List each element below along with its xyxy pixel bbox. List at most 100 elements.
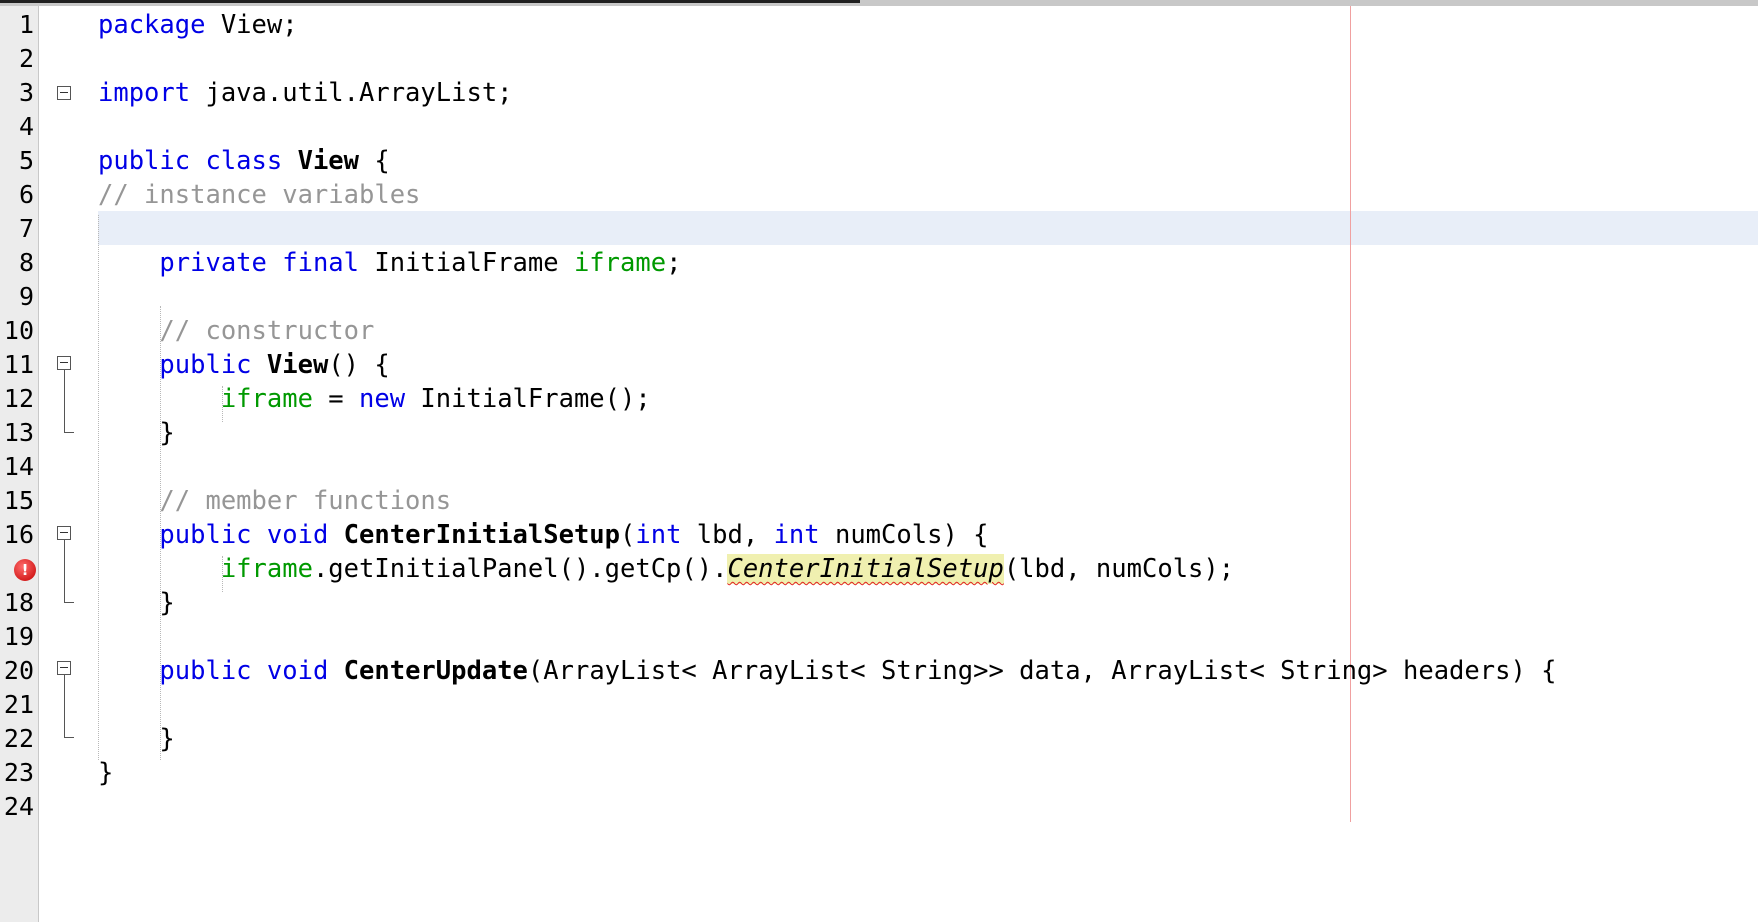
line-number: 8 (18, 248, 34, 277)
code-token: .getInitialPanel().getCp(). (312, 554, 728, 584)
fold-range-end (64, 422, 74, 433)
current-line-highlight (98, 211, 1758, 245)
keyword: public class (98, 146, 283, 176)
line-number: 19 (3, 622, 34, 651)
code-token: ( (620, 520, 636, 550)
keyword: new (359, 384, 406, 414)
line-number: 10 (3, 316, 34, 345)
class-name: View (297, 146, 360, 176)
field-name: iframe (573, 248, 667, 278)
line-number: 16 (3, 520, 34, 549)
line-number: 21 (3, 690, 34, 719)
keyword: import (98, 78, 191, 108)
code-line-13[interactable]: } (98, 416, 175, 450)
field-name: iframe (220, 554, 313, 584)
line-number: 6 (18, 180, 34, 209)
code-line-16[interactable]: public void CenterInitialSetup(int lbd, … (98, 518, 989, 552)
code-token: } (98, 418, 175, 448)
keyword: int (773, 520, 820, 550)
line-number: 23 (3, 758, 34, 787)
code-token: View; (205, 10, 298, 40)
fold-range-end (64, 727, 74, 738)
code-line-12[interactable]: iframe = new InitialFrame(); (98, 382, 651, 416)
keyword: public void (159, 520, 329, 550)
line-number: 2 (18, 44, 34, 73)
line-number: 1 (18, 10, 34, 39)
line-number: 3 (18, 78, 34, 107)
code-line-23[interactable]: } (98, 756, 113, 790)
error-badge-icon[interactable]: ! (14, 559, 36, 581)
unresolved-method-call[interactable]: CenterInitialSetup (727, 554, 1004, 584)
code-token: () { (328, 350, 390, 380)
code-token: } (98, 724, 175, 754)
code-line-15[interactable]: // member functions (98, 484, 451, 518)
right-margin-guide (1350, 6, 1351, 822)
keyword: package (98, 10, 206, 40)
code-line-17[interactable]: iframe.getInitialPanel().getCp().CenterI… (98, 552, 1234, 586)
keyword: public void (159, 656, 329, 686)
method-name: View (266, 350, 329, 380)
line-number: 12 (3, 384, 34, 413)
line-number: 14 (3, 452, 34, 481)
line-number: 15 (3, 486, 34, 515)
line-number: 9 (18, 282, 34, 311)
line-number: 24 (3, 792, 34, 821)
code-line-1[interactable]: package View; (98, 8, 298, 42)
code-line-6[interactable]: // instance variables (98, 178, 420, 212)
code-token: lbd, (681, 520, 774, 550)
code-token: InitialFrame(); (405, 384, 651, 414)
collapse-box-icon[interactable] (57, 86, 71, 100)
tab-strip (0, 0, 860, 3)
code-token: java.util.ArrayList; (190, 78, 513, 108)
line-number: 11 (3, 350, 34, 379)
code-editor[interactable]: 1 2 3 4 5 6 7 8 9 10 11 12 13 14 15 16 !… (0, 0, 1758, 922)
code-line-22[interactable]: } (98, 722, 175, 756)
code-token: ; (666, 248, 682, 278)
keyword: int (635, 520, 682, 550)
code-line-8[interactable]: private final InitialFrame iframe; (98, 246, 681, 280)
comment: // instance variables (98, 180, 421, 210)
collapse-box-icon[interactable] (57, 661, 71, 675)
code-line-10[interactable]: // constructor (98, 314, 374, 348)
collapse-box-icon[interactable] (57, 356, 71, 370)
code-token: { (359, 146, 390, 176)
code-line-11[interactable]: public View() { (98, 348, 390, 382)
keyword: public (159, 350, 252, 380)
fold-gutter[interactable] (39, 6, 89, 922)
fold-range-end (64, 592, 74, 603)
keyword: private final (159, 248, 360, 278)
method-name: CenterUpdate (343, 656, 528, 686)
code-token: (lbd, numCols); (1003, 554, 1235, 584)
line-number: 22 (3, 724, 34, 753)
comment: // constructor (159, 316, 375, 346)
code-line-3[interactable]: import java.util.ArrayList; (98, 76, 513, 110)
code-token: InitialFrame (359, 248, 574, 278)
line-number: 5 (18, 146, 34, 175)
code-token: = (312, 384, 360, 414)
code-token: (ArrayList< ArrayList< String>> data, Ar… (527, 656, 1557, 686)
line-number: 13 (3, 418, 34, 447)
code-line-18[interactable]: } (98, 586, 175, 620)
code-line-20[interactable]: public void CenterUpdate(ArrayList< Arra… (98, 654, 1557, 688)
line-number: 7 (18, 214, 34, 243)
line-number: 20 (3, 656, 34, 685)
method-name: CenterInitialSetup (343, 520, 621, 550)
code-token: } (98, 588, 175, 618)
code-token: } (98, 758, 114, 788)
line-number: 18 (3, 588, 34, 617)
code-line-5[interactable]: public class View { (98, 144, 390, 178)
code-token: numCols) { (819, 520, 989, 550)
collapse-box-icon[interactable] (57, 526, 71, 540)
